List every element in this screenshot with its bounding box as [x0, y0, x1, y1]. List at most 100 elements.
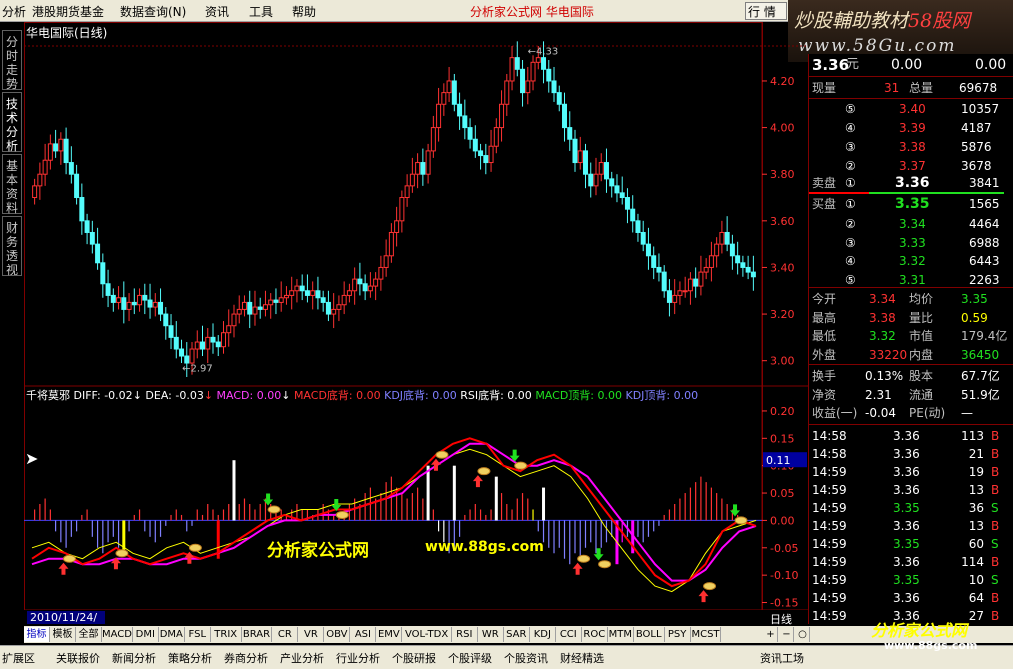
- histogram-accent-bar: [494, 476, 498, 521]
- candle-body: [457, 103, 463, 117]
- nav-item-2[interactable]: 新闻分析: [112, 650, 156, 666]
- candle-body: [315, 290, 321, 299]
- price-tick-label: 3.40: [770, 261, 795, 274]
- candle-body: [79, 197, 85, 222]
- tab-financials[interactable]: 财务透视: [2, 216, 22, 277]
- indicator-tab-mcst[interactable]: MCST: [691, 627, 722, 642]
- indicator-tab-模板[interactable]: 模板: [50, 627, 76, 642]
- indicator-tab-asi[interactable]: ASI: [350, 627, 377, 642]
- indicator-tab-trix[interactable]: TRIX: [211, 627, 242, 642]
- fundamental-row: 净资 2.31 流通 51.9亿: [812, 387, 1000, 402]
- indicator-name: 千将莫邪: [26, 389, 70, 402]
- nav-item-3[interactable]: 策略分析: [168, 650, 212, 666]
- indicator-tab-roc[interactable]: ROC: [582, 627, 608, 642]
- indicator-tab-全部[interactable]: 全部: [76, 627, 102, 642]
- logo-text: 炒股輔助教材58股网: [794, 10, 971, 32]
- quote-button[interactable]: 行 情: [745, 2, 787, 20]
- menu-item-news[interactable]: 资讯: [205, 3, 229, 20]
- candle-body: [226, 325, 232, 334]
- indicator-tab-rsi[interactable]: RSI: [452, 627, 478, 642]
- signal-marker-icon: [477, 467, 491, 476]
- period-label[interactable]: 日线: [770, 611, 792, 627]
- indicator-tick-label: 0.00: [770, 514, 795, 527]
- nav-item-0[interactable]: 扩展区: [2, 650, 35, 666]
- indicator-tab-macd[interactable]: MACD: [102, 627, 133, 642]
- tick-trade-row: 14:58 3.36 113 B: [812, 429, 1000, 443]
- indicator-tab-cci[interactable]: CCI: [556, 627, 582, 642]
- indicator-tab-obv[interactable]: OBV: [324, 627, 351, 642]
- menu-item-help[interactable]: 帮助: [292, 3, 316, 20]
- candle-body: [609, 178, 615, 187]
- nav-item-6[interactable]: 行业分析: [336, 650, 380, 666]
- candle-body: [100, 262, 106, 285]
- candle-body: [299, 285, 305, 292]
- tick-trade-row: 14:59 3.36 27 B: [812, 609, 1000, 623]
- indicator-tab-vr[interactable]: VR: [298, 627, 325, 642]
- nav-item-8[interactable]: 个股评级: [448, 650, 492, 666]
- current-volume: 31: [884, 81, 900, 95]
- nav-item-4[interactable]: 券商分析: [224, 650, 268, 666]
- indicator-tab-sar[interactable]: SAR: [504, 627, 530, 642]
- candle-body: [399, 197, 405, 222]
- candle-body: [661, 271, 667, 292]
- candle-body: [346, 290, 352, 296]
- candle-body: [205, 336, 211, 350]
- indicator-tab-psy[interactable]: PSY: [665, 627, 691, 642]
- zoom-out-button[interactable]: −: [780, 627, 794, 642]
- tick-trade-row: 14:59 3.36 13 B: [812, 519, 1000, 533]
- indicator-tab-emv[interactable]: EMV: [376, 627, 403, 642]
- indicator-tab-brar[interactable]: BRAR: [242, 627, 273, 642]
- candle-body: [357, 278, 363, 285]
- quote-panel: 3.36 元 0.00 0.00 现量 31 总量 69678 分析家公式网 w…: [808, 54, 1013, 652]
- indicator-tab-vol-tdx[interactable]: VOL-TDX: [402, 627, 452, 642]
- chart-title: 华电国际(日线): [26, 26, 108, 40]
- indicator-tick-label: 0.20: [770, 405, 795, 418]
- menu-item-data-query[interactable]: 数据查询(N): [120, 3, 186, 20]
- indicator-tab-mtm[interactable]: MTM: [608, 627, 634, 642]
- zoom-in-button[interactable]: +: [764, 627, 778, 642]
- candle-body: [320, 297, 326, 303]
- indicator-tab-dma[interactable]: DMA: [159, 627, 185, 642]
- nav-item-11[interactable]: 资讯工场: [760, 650, 804, 666]
- indicator-tab-dmi[interactable]: DMI: [133, 627, 159, 642]
- kdj-bottom-value: KDJ底背: 0.00: [384, 389, 457, 402]
- candle-body: [383, 255, 389, 268]
- candle-body: [483, 155, 489, 164]
- reset-view-icon[interactable]: ○: [796, 627, 810, 642]
- candle-body: [110, 294, 116, 303]
- nav-item-7[interactable]: 个股研报: [392, 650, 436, 666]
- nav-item-5[interactable]: 产业分析: [280, 650, 324, 666]
- candle-body: [194, 341, 200, 350]
- indicator-tab-wr[interactable]: WR: [478, 627, 504, 642]
- menu-item-hk-futures[interactable]: 港股期货基金: [32, 3, 104, 20]
- indicator-tab-指标[interactable]: 指标: [24, 627, 50, 642]
- tab-intraday[interactable]: 分时走势: [2, 30, 22, 91]
- price-tick-label: 4.20: [770, 75, 795, 88]
- indicator-tab-cr[interactable]: CR: [272, 627, 299, 642]
- price-chart[interactable]: 4.20 4.00 3.80 3.60 3.40 3.20 3.00 0.20 0.15 0.1…: [24, 22, 808, 610]
- candle-body: [404, 185, 410, 199]
- candle-body: [719, 231, 725, 245]
- tab-fundamentals[interactable]: 基本资料: [2, 154, 22, 215]
- candle-body: [252, 306, 258, 315]
- histogram-accent-bar: [452, 465, 456, 521]
- candle-body: [268, 299, 274, 306]
- tab-technical[interactable]: 技术分析: [2, 92, 22, 153]
- indicator-tab-boll[interactable]: BOLL: [634, 627, 665, 642]
- tick-trade-row: 14:59 3.36 64 B: [812, 591, 1000, 605]
- menu-item-analysis[interactable]: 分析: [2, 3, 26, 20]
- indicator-tab-kdj[interactable]: KDJ: [530, 627, 556, 642]
- nav-item-9[interactable]: 个股资讯: [504, 650, 548, 666]
- signal-marker-icon: [335, 510, 349, 519]
- menu-item-tools[interactable]: 工具: [249, 3, 273, 20]
- cursor-date: 2010/11/24/三: [27, 611, 105, 637]
- nav-item-1[interactable]: 关联报价: [56, 650, 100, 666]
- macd-bottom-value: MACD底背: 0.00: [293, 389, 381, 402]
- tick-trade-row: 14:58 3.36 21 B: [812, 447, 1000, 461]
- candle-body: [304, 290, 310, 296]
- dea-value: DEA: -0.03: [145, 389, 204, 402]
- candle-body: [210, 336, 216, 343]
- indicator-tab-fsl[interactable]: FSL: [185, 627, 211, 642]
- bid-level-row: ③ 3.33 6988: [845, 235, 1000, 250]
- nav-item-10[interactable]: 财经精选: [560, 650, 604, 666]
